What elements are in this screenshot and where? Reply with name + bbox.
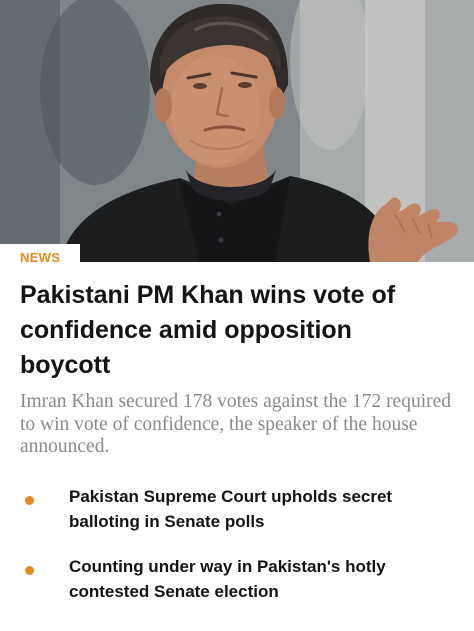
- article-headline[interactable]: Pakistani PM Khan wins vote of confidenc…: [20, 278, 440, 383]
- bullet-dot-icon: [25, 566, 34, 575]
- hero-photo[interactable]: [0, 0, 474, 262]
- related-articles-list: Pakistan Supreme Court upholds secret ba…: [0, 484, 474, 624]
- related-article-title[interactable]: Pakistan Supreme Court upholds secret ba…: [69, 484, 449, 534]
- article-body: Pakistani PM Khan wins vote of confidenc…: [0, 262, 474, 631]
- related-article-item[interactable]: Pakistan Supreme Court upholds secret ba…: [0, 484, 474, 554]
- hero-photo-illustration: [0, 0, 474, 262]
- news-card[interactable]: NEWS Pakistani PM Khan wins vote of conf…: [0, 0, 474, 631]
- related-article-item[interactable]: Counting under way in Pakistan's hotly c…: [0, 554, 474, 624]
- bullet-dot-icon: [25, 496, 34, 505]
- related-article-title[interactable]: Counting under way in Pakistan's hotly c…: [69, 554, 449, 604]
- article-summary: Imran Khan secured 178 votes against the…: [20, 391, 452, 457]
